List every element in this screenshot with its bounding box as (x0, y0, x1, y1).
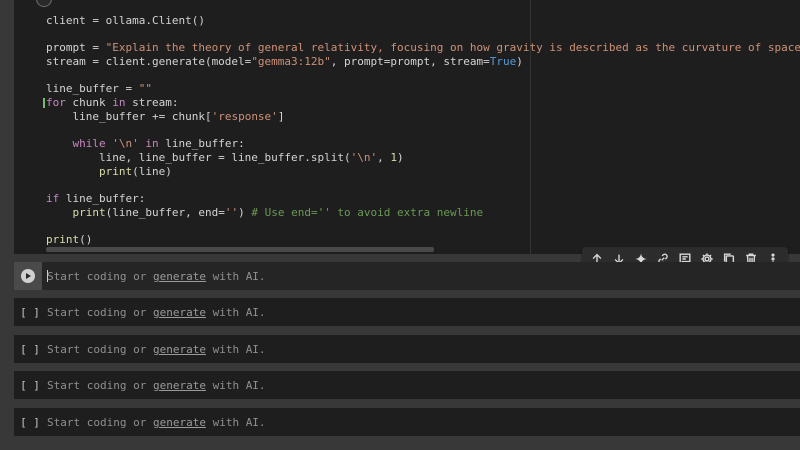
code-token: line_buffer: (59, 191, 146, 205)
cell-execution-count: [ ] (20, 378, 40, 392)
cell-placeholder[interactable]: Start coding or generate with AI. (47, 343, 266, 356)
placeholder-text-end: with AI. (205, 270, 266, 283)
placeholder-text-start: Start coding or (47, 270, 153, 283)
code-token: print (98, 164, 133, 178)
code-cell[interactable]: client = ollama.Client() prompt = "Expla… (14, 0, 800, 254)
play-icon (21, 269, 35, 283)
code-token: '\n' (350, 150, 378, 164)
code-token: # Use end='' to avoid extra newline (251, 205, 484, 219)
code-token: stream = client.generate(model= (46, 55, 252, 69)
code-token: "gemma3:12b" (251, 55, 331, 69)
code-line: prompt = "Explain the theory of general … (46, 41, 800, 55)
code-token: () (79, 233, 93, 246)
placeholder-text-start: Start coding or (47, 416, 153, 429)
code-token: "" (138, 82, 152, 96)
run-button[interactable] (14, 262, 42, 290)
code-token: (line_buffer, end= (105, 205, 225, 219)
generate-link[interactable]: generate (153, 379, 206, 392)
code-line: line_buffer = "" (46, 82, 800, 96)
empty-code-cell[interactable]: [ ] Start coding or generate with AI. (14, 335, 800, 363)
generate-link[interactable]: generate (153, 416, 206, 429)
generate-link[interactable]: generate (153, 343, 206, 356)
cell-execution-count: [ ] (20, 415, 40, 429)
placeholder-text-start: Start coding or (47, 343, 153, 356)
code-token: line_buffer = (46, 82, 139, 96)
placeholder-text-start: Start coding or (47, 379, 153, 392)
cell-placeholder[interactable]: Start coding or generate with AI. (47, 379, 266, 392)
code-editor[interactable]: client = ollama.Client() prompt = "Expla… (46, 14, 800, 247)
code-token: 'response' (211, 109, 278, 123)
code-token: while (72, 137, 106, 151)
code-token: , (377, 150, 391, 164)
empty-code-cell[interactable]: [ ] Start coding or generate with AI. (14, 408, 800, 436)
code-token: , prompt=prompt, stream= (330, 55, 490, 69)
active-code-cell[interactable]: Start coding or generate with AI. (14, 262, 800, 290)
generate-link[interactable]: generate (153, 270, 206, 283)
placeholder-text-end: with AI. (205, 416, 266, 429)
cell-execution-count: [ ] (20, 305, 40, 319)
code-token: ) (397, 150, 404, 164)
code-line: line, line_buffer = line_buffer.split('\… (46, 151, 800, 165)
placeholder-text-end: with AI. (205, 343, 266, 356)
code-line: for chunk in stream: (46, 96, 800, 110)
empty-code-cell[interactable]: [ ] Start coding or generate with AI. (14, 371, 800, 399)
code-token: client = ollama.Client() (46, 14, 205, 27)
code-token: True (489, 55, 517, 69)
execution-marker (43, 98, 45, 108)
code-line: stream = client.generate(model="gemma3:1… (46, 55, 800, 69)
code-token: '\n' (112, 137, 139, 151)
code-line: print(line_buffer, end='') # Use end='' … (46, 206, 800, 220)
code-token: line_buffer: (158, 137, 245, 151)
code-token: in (112, 96, 126, 110)
cell-execution-count: [ ] (20, 342, 40, 356)
code-line: print(line) (46, 165, 800, 179)
cell-placeholder[interactable]: Start coding or generate with AI. (47, 416, 266, 429)
code-token: '' (224, 205, 239, 219)
code-token: print (72, 205, 106, 219)
code-token: for (46, 96, 66, 110)
code-token: ) (238, 205, 252, 219)
code-token: chunk (65, 96, 113, 110)
code-token: ) (516, 55, 523, 69)
placeholder-text-start: Start coding or (47, 306, 153, 319)
cell-placeholder[interactable]: Start coding or generate with AI. (47, 306, 266, 319)
horizontal-scrollbar[interactable] (46, 247, 434, 252)
code-line: print() (46, 233, 800, 247)
code-line: client = ollama.Client() (46, 14, 800, 28)
code-token: line, line_buffer = line_buffer.split( (46, 150, 351, 164)
code-token: line_buffer += chunk[ (46, 109, 212, 123)
code-token: prompt = (46, 41, 106, 55)
generate-link[interactable]: generate (153, 306, 206, 319)
code-line: line_buffer += chunk['response'] (46, 110, 800, 124)
run-cell-indicator[interactable] (36, 0, 52, 7)
code-line: if line_buffer: (46, 192, 800, 206)
notebook-page: client = ollama.Client() prompt = "Expla… (0, 0, 800, 450)
code-token: in (145, 137, 159, 151)
placeholder-text-end: with AI. (205, 379, 266, 392)
cell-placeholder[interactable]: Start coding or generate with AI. (47, 270, 266, 283)
code-token: if (46, 191, 60, 205)
code-token: stream: (125, 96, 179, 110)
placeholder-text-end: with AI. (205, 306, 266, 319)
code-token: print (46, 233, 80, 246)
code-line: while '\n' in line_buffer: (46, 137, 800, 151)
code-token: ] (277, 109, 285, 123)
code-token: "Explain the theory of general relativit… (105, 41, 800, 55)
empty-code-cell[interactable]: [ ] Start coding or generate with AI. (14, 298, 800, 326)
code-token: (line) (132, 164, 172, 178)
